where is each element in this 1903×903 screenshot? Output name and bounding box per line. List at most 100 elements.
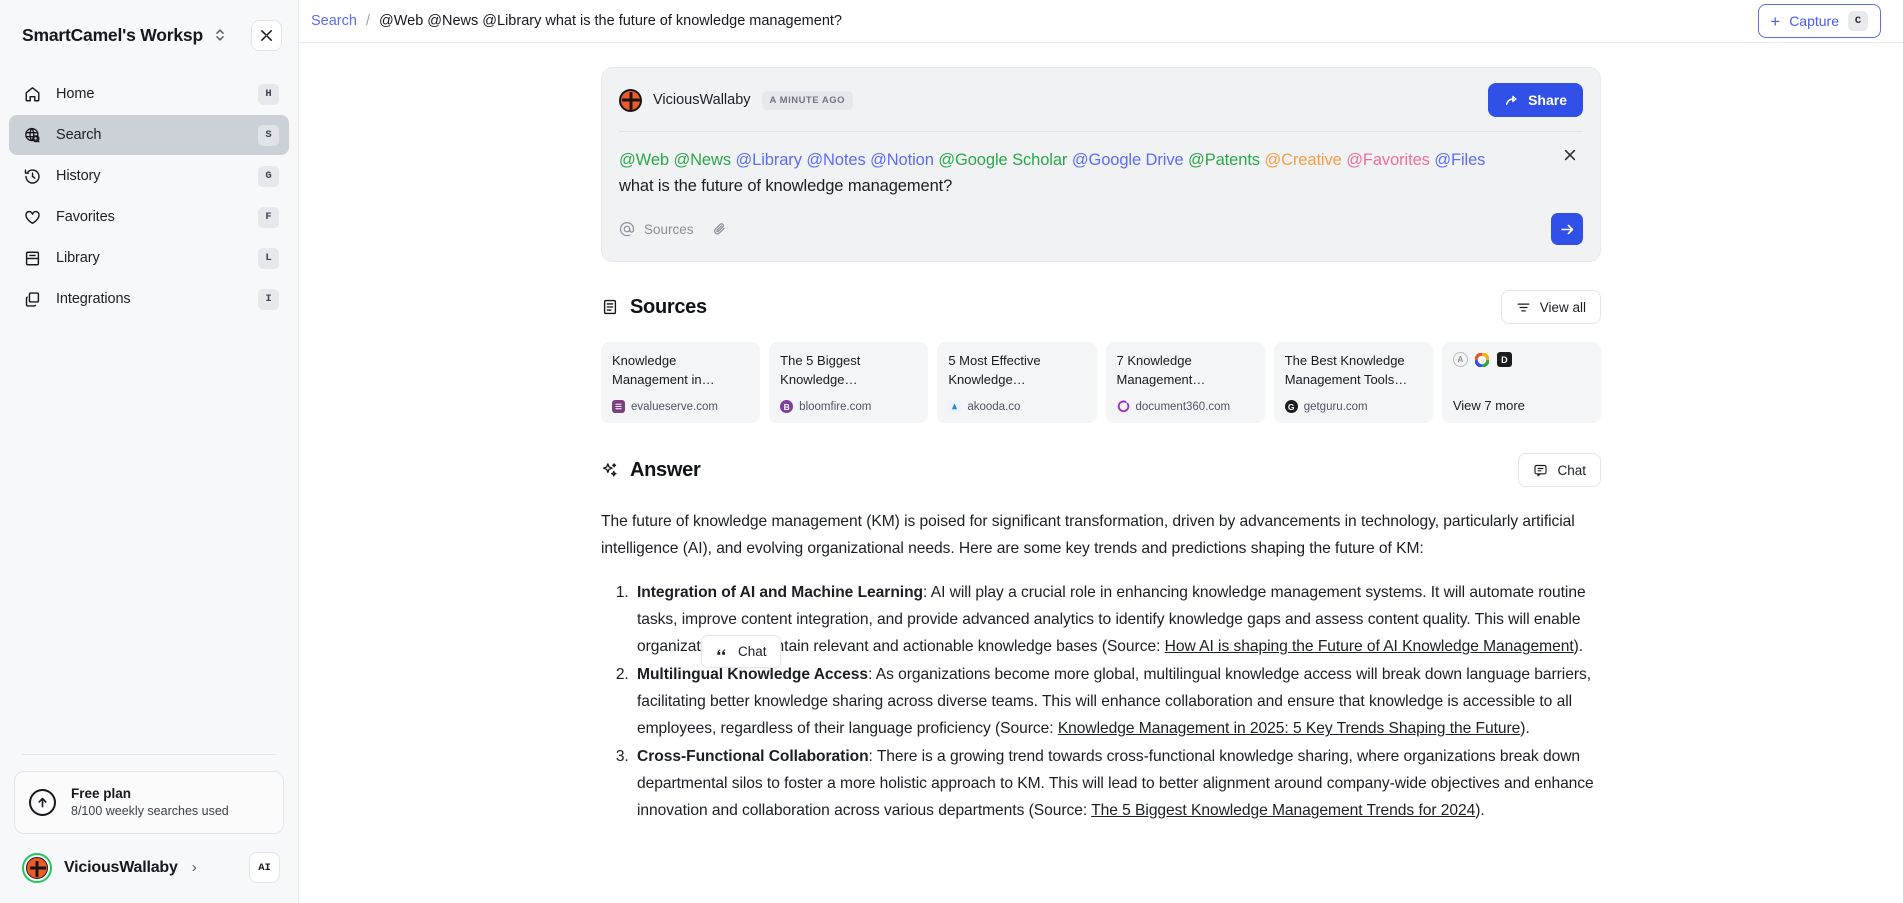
collapse-sidebar-button[interactable] [251,19,282,51]
mention-tag[interactable]: @Notion [870,151,934,169]
sidebar-item-search[interactable]: Search S [9,115,289,155]
user-name: ViciousWallaby [64,858,178,876]
source-domain: document360.com [1135,400,1231,413]
breadcrumb-separator: / [365,13,370,29]
capture-button[interactable]: + Capture C [1758,4,1881,38]
sidebar-item-label: Library [56,250,100,266]
mention-tag[interactable]: @Patents [1188,151,1260,169]
arrow-right-icon [1559,221,1576,238]
list-item: Multilingual Knowledge Access: As organi… [633,662,1601,743]
capture-label: Capture [1789,13,1839,29]
source-title: Knowledge Management in… [612,353,715,388]
source-card[interactable]: 7 Knowledge Management… document360.com [1105,342,1265,424]
sidebar-item-label: Integrations [56,291,131,307]
source-domain: bloomfire.com [799,400,872,413]
send-query-button[interactable] [1551,213,1583,246]
ai-badge-button[interactable]: AI [249,852,280,883]
query-body: @Web @News @Library @Notes @Notion @Goog… [602,132,1600,199]
list-item-body-end: ). [1520,720,1530,738]
sidebar-item-home[interactable]: Home H [9,74,289,114]
list-item-body-end: ). [1475,802,1485,820]
workspace-title: SmartCamel's Worksp [22,24,203,45]
list-item-term: Cross-Functional Collaboration [637,748,869,766]
view-all-sources-button[interactable]: View all [1500,290,1601,325]
share-button[interactable]: Share [1488,83,1583,117]
view-more-sources-label[interactable]: View 7 more [1453,398,1590,413]
upgrade-arrow-icon [29,788,56,816]
sources-section-header: Sources View all [601,290,1601,325]
top-bar: Search / @Web @News @Library what is the… [299,0,1903,43]
capture-shortcut-key: C [1848,11,1868,31]
query-text[interactable]: @Web @News @Library @Notes @Notion @Goog… [619,148,1583,199]
mention-tag[interactable]: @Favorites [1346,151,1430,169]
mention-tag[interactable]: @News [673,151,731,169]
answer-intro-paragraph: The future of knowledge management (KM) … [601,513,1575,558]
sidebar-item-integrations[interactable]: Integrations I [9,279,289,319]
mention-tag[interactable]: @Web [619,151,669,169]
favicon-icon [612,400,625,414]
source-link[interactable]: Knowledge Management in 2025: 5 Key Tren… [1058,720,1521,737]
source-card[interactable]: The Best Knowledge Management Tools… G g… [1273,342,1433,424]
query-author: ViciousWallaby [653,92,751,108]
source-card[interactable]: 5 Most Effective Knowledge… akooda.co [937,342,1097,424]
mention-tag[interactable]: @Creative [1264,151,1341,169]
breadcrumb-current: @Web @News @Library what is the future o… [378,13,842,29]
history-clock-icon [23,167,42,186]
paperclip-icon[interactable] [712,221,728,237]
more-source-icons: A D [1452,352,1590,368]
chat-bubble-icon [1533,463,1548,478]
answer-chat-button[interactable]: Chat [1518,453,1601,488]
favicon-icon: G [1284,400,1298,414]
sparkles-icon [601,461,619,479]
plan-upgrade-card[interactable]: Free plan 8/100 weekly searches used [14,770,284,834]
home-icon [23,85,42,104]
content-column: ViciousWallaby A MINUTE AGO Share @Web @… [601,43,1602,825]
answer-heading-label: Answer [630,458,701,481]
favicon-icon: B [780,400,794,414]
scroll-area[interactable]: ViciousWallaby A MINUTE AGO Share @Web @… [299,43,1903,903]
list-document-icon [601,298,619,316]
sidebar-shortcut-key: H [258,83,279,105]
mention-tag[interactable]: @Notes [806,151,865,169]
sources-grid: Knowledge Management in… evalueserve.com… [601,342,1602,424]
answer-heading: Answer [601,458,701,482]
source-domain: getguru.com [1303,400,1368,413]
close-icon[interactable] [1557,142,1583,168]
source-footer: akooda.co [948,400,1085,414]
main-area: Search / @Web @News @Library what is the… [299,0,1903,903]
mention-tag[interactable]: @Library [735,151,801,169]
sidebar-shortcut-key: I [258,288,279,310]
sidebar-item-favorites[interactable]: Favorites F [9,197,289,237]
search-globe-icon [23,126,42,145]
source-domain: akooda.co [967,400,1021,413]
mention-tag[interactable]: @Google Scholar [938,151,1067,169]
source-footer: evalueserve.com [612,400,749,414]
source-card[interactable]: The 5 Biggest Knowledge… B bloomfire.com [769,342,929,424]
source-title: The 5 Biggest Knowledge… [780,353,861,388]
sidebar: SmartCamel's Worksp Home H Search S Hist… [0,0,299,903]
source-footer: document360.com [1117,400,1254,413]
workspace-header: SmartCamel's Worksp [0,0,298,62]
sidebar-shortcut-key: L [258,247,279,269]
plan-name: Free plan [71,785,132,801]
floating-chat-button[interactable]: Chat [701,635,781,668]
breadcrumb-root-link[interactable]: Search [311,13,357,29]
view-all-label: View all [1539,299,1586,315]
source-card-more[interactable]: A D View 7 more [1441,342,1602,424]
favicon-icon [1475,352,1490,367]
source-link[interactable]: The 5 Biggest Knowledge Management Trend… [1091,802,1475,819]
sidebar-item-history[interactable]: History G [9,156,289,196]
source-card[interactable]: Knowledge Management in… evalueserve.com [601,342,761,424]
sidebar-nav: Home H Search S History G Favorites F Li… [0,62,298,319]
favicon-icon [948,400,962,414]
mention-tag[interactable]: @Google Drive [1072,151,1184,169]
source-footer: B bloomfire.com [780,400,917,414]
sidebar-item-library[interactable]: Library L [9,238,289,278]
source-link[interactable]: How AI is shaping the Future of AI Knowl… [1165,638,1574,655]
plus-icon: + [1770,11,1781,31]
user-row[interactable]: ViciousWallaby › AI [14,834,284,889]
sources-picker-button[interactable]: Sources [619,221,694,237]
chevron-updown-icon[interactable] [213,27,227,43]
sources-heading: Sources [601,296,707,319]
mention-tag[interactable]: @Files [1434,151,1485,169]
